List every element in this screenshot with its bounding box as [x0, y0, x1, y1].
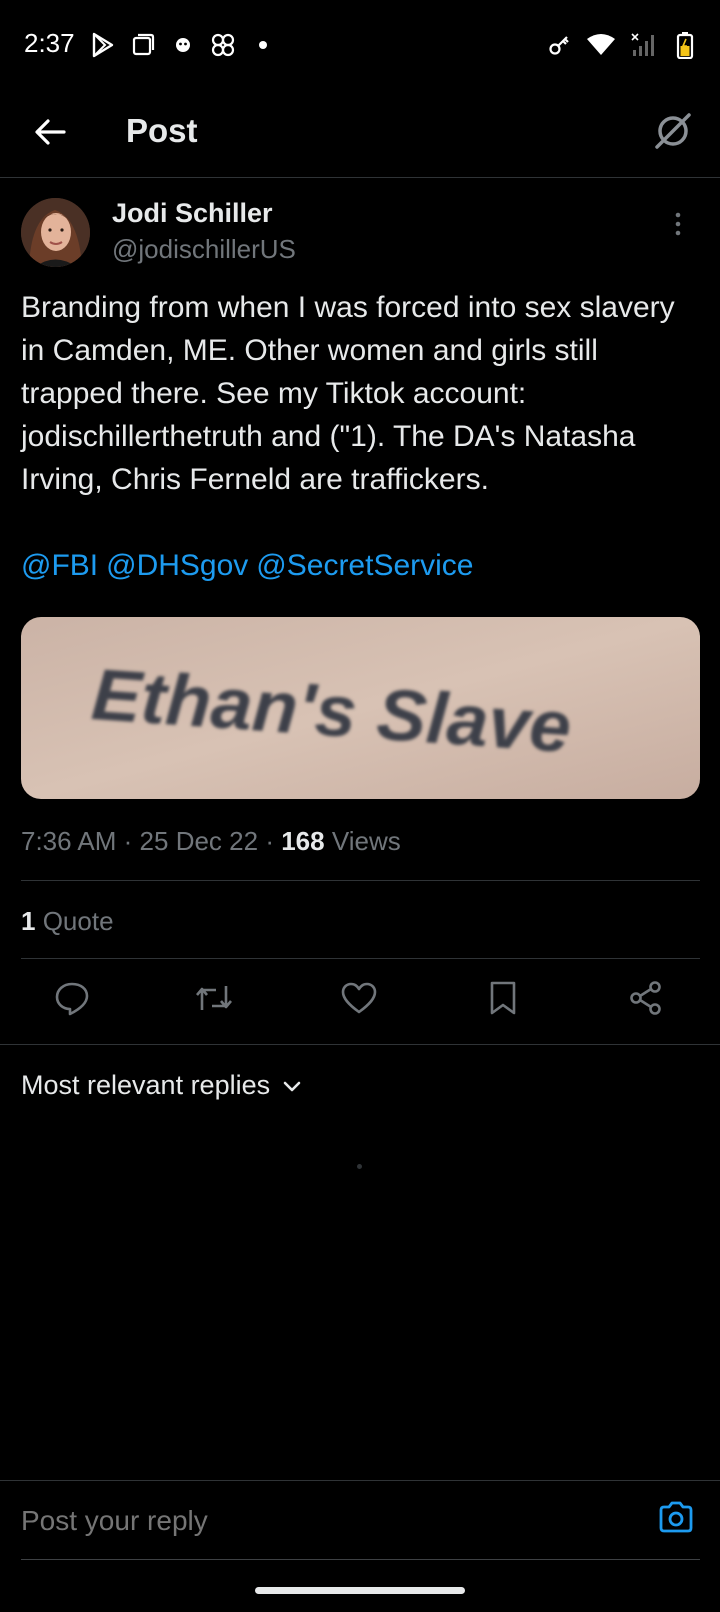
grok-button[interactable] — [648, 108, 698, 158]
top-app-bar: Post — [0, 92, 720, 178]
views-count: 168 — [281, 826, 325, 856]
meta-separator: · — [265, 826, 274, 856]
avatar[interactable] — [21, 198, 90, 267]
more-vertical-icon — [674, 211, 682, 242]
meta-separator: · — [123, 826, 133, 856]
reply-input[interactable] — [21, 1505, 581, 1537]
back-button[interactable] — [26, 110, 74, 158]
post-text: Branding from when I was forced into sex… — [21, 291, 675, 496]
divider — [21, 880, 700, 881]
divider — [0, 1044, 720, 1045]
status-bar: 2:37 — [0, 0, 720, 92]
repost-button[interactable] — [192, 978, 236, 1022]
author-name[interactable]: Jodi Schiller — [112, 198, 273, 229]
quotes-link[interactable]: 1 Quote — [21, 906, 114, 937]
notification-icon — [168, 30, 198, 60]
status-left-icons — [88, 30, 278, 60]
quote-label: Quote — [42, 906, 114, 936]
chevron-down-icon — [282, 1070, 302, 1101]
dot-icon — [248, 30, 278, 60]
pinwheel-icon — [208, 30, 238, 60]
post-image[interactable]: Ethan's Slave — [21, 617, 700, 799]
mention-link[interactable]: @SecretService — [256, 544, 473, 587]
like-icon — [340, 981, 378, 1020]
signal-icon — [628, 30, 658, 60]
post-date: 25 Dec 22 — [139, 826, 259, 856]
more-options-button[interactable] — [660, 208, 696, 244]
reply-bar — [0, 1480, 720, 1560]
loading-indicator — [357, 1164, 362, 1169]
grok-icon — [653, 111, 693, 156]
post-meta: 7:36 AM · 25 Dec 22 · 168 Views — [21, 826, 401, 857]
views-label: Views — [331, 826, 401, 856]
mention-link[interactable]: @DHSgov — [106, 544, 248, 587]
bookmark-button[interactable] — [481, 978, 525, 1022]
vpn-key-icon — [544, 30, 574, 60]
reply-icon — [54, 980, 90, 1021]
reply-input-underline — [21, 1559, 700, 1560]
status-right-icons — [544, 30, 700, 60]
bookmark-icon — [488, 980, 518, 1021]
like-button[interactable] — [337, 978, 381, 1022]
post-time: 7:36 AM — [21, 826, 117, 856]
page-title: Post — [126, 112, 198, 149]
replies-sort-label: Most relevant replies — [21, 1070, 271, 1100]
camera-icon — [658, 1501, 694, 1538]
play-store-icon — [88, 30, 118, 60]
mention-link[interactable]: @FBI — [21, 544, 98, 587]
screenshot-icon — [128, 30, 158, 60]
reply-button[interactable] — [50, 978, 94, 1022]
home-indicator[interactable] — [255, 1587, 465, 1594]
camera-button[interactable] — [656, 1499, 696, 1539]
action-bar — [0, 970, 720, 1032]
divider — [21, 958, 700, 959]
post-mentions: @FBI @DHSgov @SecretService — [21, 544, 474, 587]
quote-count: 1 — [21, 906, 36, 936]
share-button[interactable] — [624, 978, 668, 1022]
status-time: 2:37 — [24, 28, 75, 58]
replies-sort-dropdown[interactable]: Most relevant replies — [21, 1070, 302, 1101]
author-handle[interactable]: @jodischillerUS — [112, 234, 296, 265]
battery-icon — [670, 30, 700, 60]
repost-icon — [194, 980, 234, 1021]
arrow-left-icon — [34, 118, 66, 151]
wifi-icon — [586, 30, 616, 60]
share-icon — [628, 980, 664, 1021]
